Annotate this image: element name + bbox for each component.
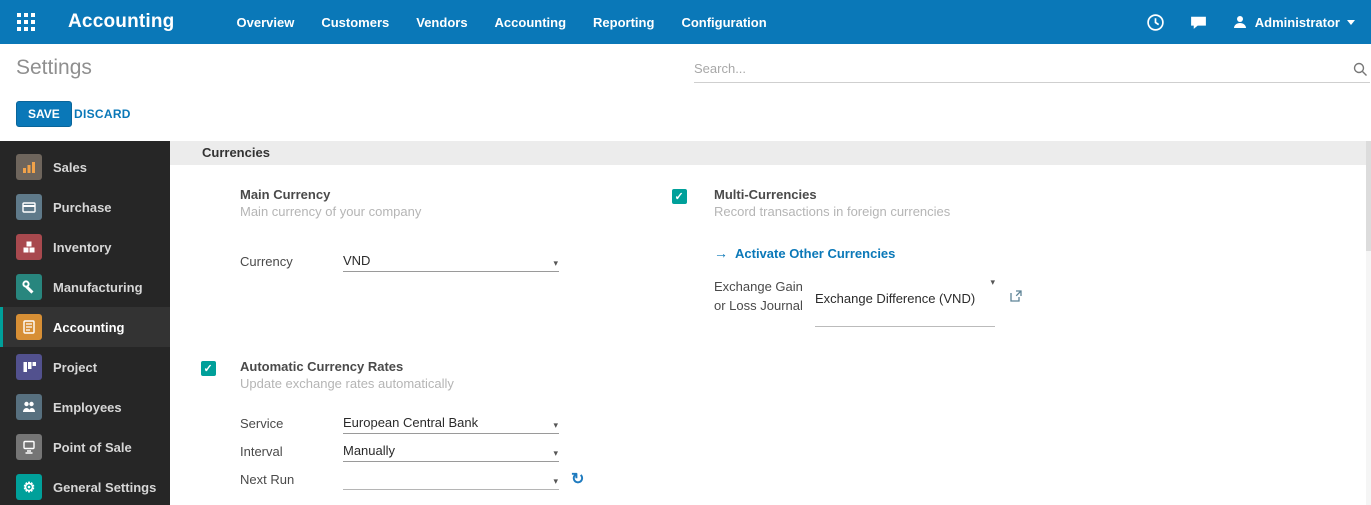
dropdown-caret-icon[interactable] (553, 448, 558, 459)
setting-multi-currencies: Multi-Currencies Record transactions in … (672, 187, 1102, 327)
save-button[interactable]: SAVE (16, 101, 72, 127)
setting-title: Multi-Currencies (714, 187, 1102, 202)
gear-icon: ⚙ (16, 474, 42, 500)
sidebar-item-label: Manufacturing (53, 280, 143, 295)
purchase-icon (16, 194, 42, 220)
section-header-currencies: Currencies (170, 141, 1371, 165)
setting-automatic-currency-rates: Automatic Currency Rates Update exchange… (201, 359, 621, 499)
sidebar-item-label: Employees (53, 400, 122, 415)
refresh-rates-icon[interactable] (571, 471, 584, 488)
settings-sidebar: Sales Purchase Inventory Manufacturing A… (0, 141, 170, 505)
setting-title: Automatic Currency Rates (240, 359, 621, 374)
pos-icon (16, 434, 42, 460)
setting-subtitle: Update exchange rates automatically (240, 376, 621, 391)
settings-content: Currencies Main Currency Main currency o… (170, 141, 1371, 505)
dropdown-caret-icon[interactable] (553, 476, 558, 487)
activate-other-currencies-link[interactable]: Activate Other Currencies (714, 245, 1102, 261)
sidebar-item-sales[interactable]: Sales (0, 147, 170, 187)
apps-menu-icon[interactable] (17, 13, 36, 32)
search-icon[interactable] (1352, 61, 1368, 82)
inventory-icon (16, 234, 42, 260)
dropdown-caret-icon[interactable] (553, 420, 558, 431)
discard-button[interactable]: DISCARD (74, 107, 131, 121)
sidebar-item-label: Accounting (53, 320, 125, 335)
sales-icon (16, 154, 42, 180)
sidebar-item-label: Sales (53, 160, 87, 175)
employees-icon (16, 394, 42, 420)
top-navigation: Overview Customers Vendors Accounting Re… (237, 15, 767, 30)
nav-item-configuration[interactable]: Configuration (681, 15, 766, 30)
messages-icon[interactable] (1189, 13, 1208, 32)
exchange-journal-value: Exchange Difference (VND) (815, 291, 975, 306)
sidebar-item-label: Project (53, 360, 97, 375)
sidebar-item-point-of-sale[interactable]: Point of Sale (0, 427, 170, 467)
interval-label: Interval (240, 443, 343, 459)
sidebar-item-accounting[interactable]: Accounting (0, 307, 170, 347)
scrollbar[interactable] (1366, 141, 1371, 505)
project-icon (16, 354, 42, 380)
sidebar-item-label: Point of Sale (53, 440, 132, 455)
automatic-rates-checkbox[interactable] (201, 361, 216, 376)
nav-item-vendors[interactable]: Vendors (416, 15, 467, 30)
dropdown-caret-icon[interactable] (553, 258, 558, 269)
currency-select[interactable]: VND (343, 253, 559, 272)
sidebar-item-employees[interactable]: Employees (0, 387, 170, 427)
sidebar-item-label: Purchase (53, 200, 112, 215)
setting-subtitle: Main currency of your company (240, 204, 630, 219)
sidebar-item-label: General Settings (53, 480, 156, 495)
setting-subtitle: Record transactions in foreign currencie… (714, 204, 1102, 219)
nav-item-accounting[interactable]: Accounting (495, 15, 567, 30)
setting-main-currency: Main Currency Main currency of your comp… (240, 187, 630, 281)
dropdown-caret-icon[interactable] (990, 277, 995, 288)
setting-title: Main Currency (240, 187, 630, 202)
topbar: Accounting Overview Customers Vendors Ac… (0, 0, 1371, 44)
app-window: Accounting Overview Customers Vendors Ac… (0, 0, 1371, 505)
activities-clock-icon[interactable] (1146, 13, 1165, 32)
next-run-label: Next Run (240, 471, 343, 487)
scrollbar-thumb[interactable] (1366, 141, 1371, 251)
service-value: European Central Bank (343, 415, 478, 430)
currency-label: Currency (240, 253, 343, 269)
sidebar-item-inventory[interactable]: Inventory (0, 227, 170, 267)
exchange-journal-label: Exchange Gain or Loss Journal (714, 277, 815, 327)
user-avatar-icon (1232, 14, 1248, 30)
nav-item-customers[interactable]: Customers (321, 15, 389, 30)
sidebar-item-project[interactable]: Project (0, 347, 170, 387)
multi-currencies-checkbox[interactable] (672, 189, 687, 204)
currency-value: VND (343, 253, 370, 268)
search-input[interactable] (694, 56, 1334, 80)
app-title[interactable]: Accounting (68, 11, 175, 33)
next-run-date-input[interactable] (343, 471, 559, 490)
exchange-journal-select[interactable]: Exchange Difference (VND) (815, 277, 995, 327)
sidebar-item-label: Inventory (53, 240, 112, 255)
search-bar (694, 56, 1370, 83)
chevron-down-icon (1347, 20, 1355, 25)
nav-item-overview[interactable]: Overview (237, 15, 295, 30)
interval-select[interactable]: Manually (343, 443, 559, 462)
sidebar-item-general-settings[interactable]: ⚙ General Settings (0, 467, 170, 505)
arrow-right-icon (714, 245, 728, 261)
manufacturing-icon (16, 274, 42, 300)
user-name-label: Administrator (1255, 15, 1340, 30)
service-label: Service (240, 415, 343, 431)
external-link-icon[interactable] (1009, 289, 1023, 308)
interval-value: Manually (343, 443, 395, 458)
accounting-icon (16, 314, 42, 340)
user-menu[interactable]: Administrator (1232, 14, 1355, 30)
service-select[interactable]: European Central Bank (343, 415, 559, 434)
sidebar-item-manufacturing[interactable]: Manufacturing (0, 267, 170, 307)
sidebar-item-purchase[interactable]: Purchase (0, 187, 170, 227)
page-title: Settings (16, 56, 92, 80)
nav-item-reporting[interactable]: Reporting (593, 15, 654, 30)
activate-link-label: Activate Other Currencies (735, 246, 895, 261)
